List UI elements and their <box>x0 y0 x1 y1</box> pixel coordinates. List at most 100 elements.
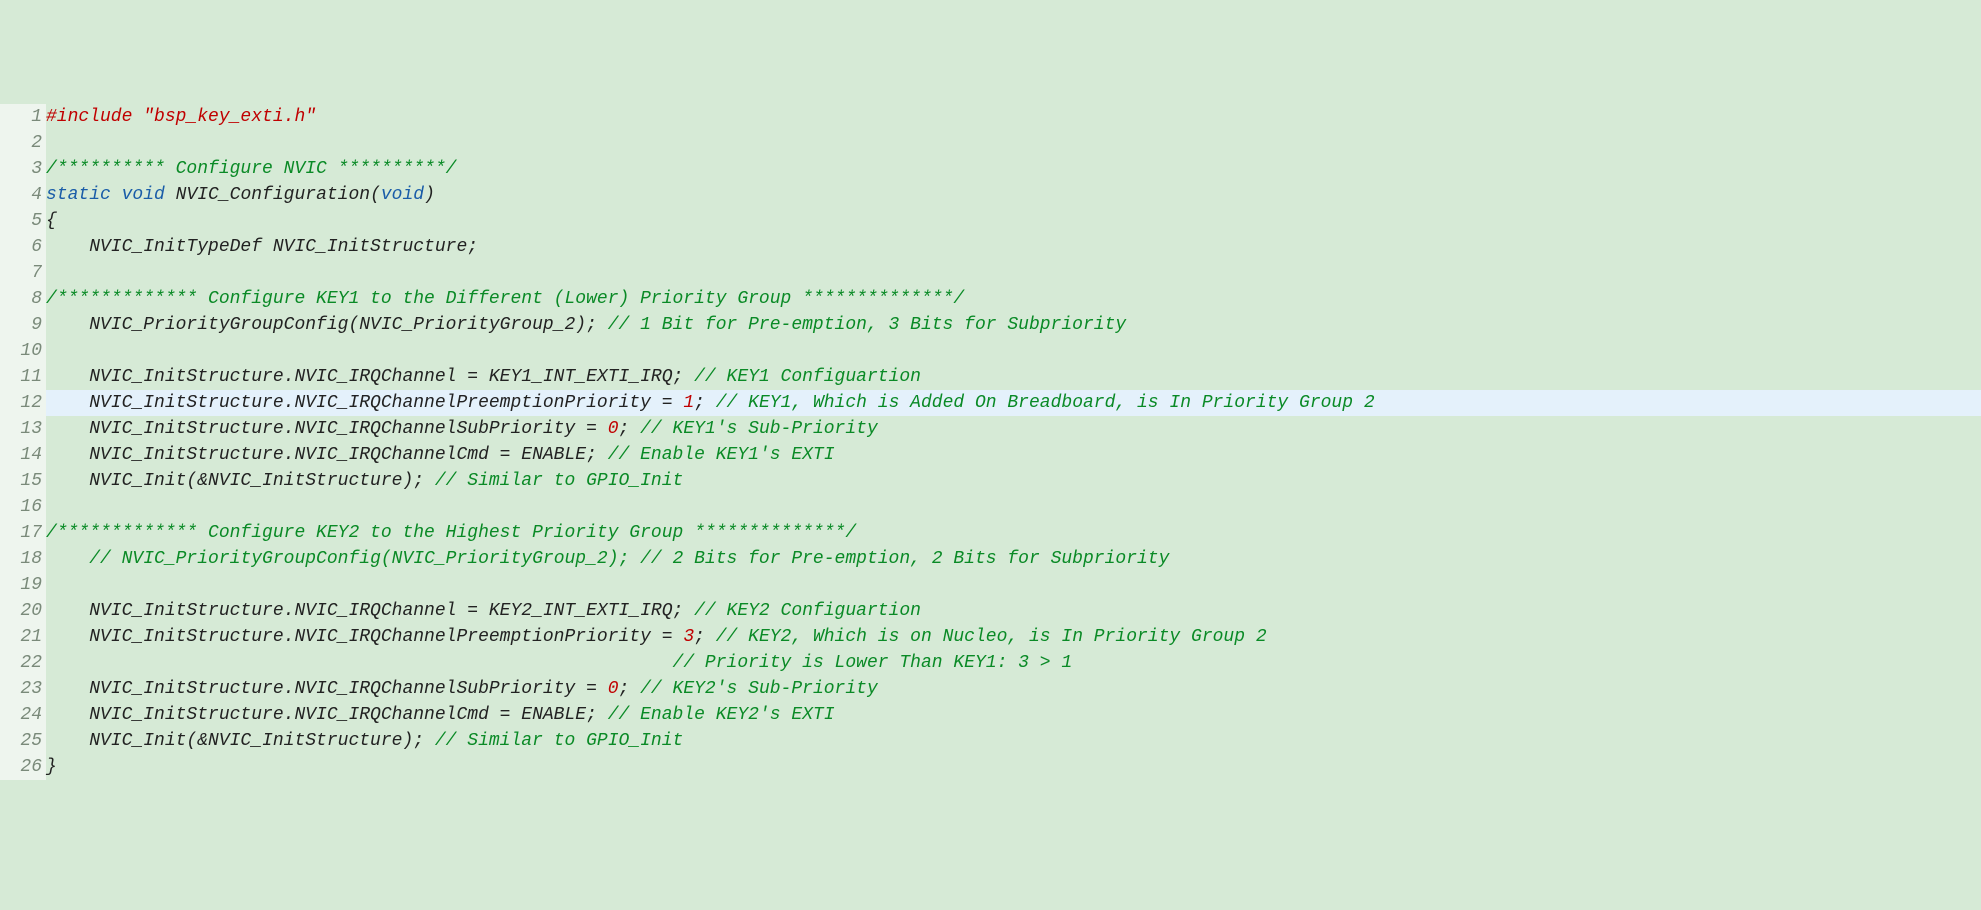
code-line[interactable]: 14 NVIC_InitStructure.NVIC_IRQChannelCmd… <box>0 442 1981 468</box>
code-content[interactable]: /********** Configure NVIC **********/ <box>46 156 1981 182</box>
line-number: 26 <box>0 754 46 780</box>
code-token: // KEY1's Sub-Priority <box>640 419 878 439</box>
line-number: 8 <box>0 286 46 312</box>
code-line[interactable]: 26} <box>0 754 1981 780</box>
line-number: 21 <box>0 624 46 650</box>
code-token: /************* Configure KEY1 to the Dif… <box>46 289 964 309</box>
code-content[interactable]: /************* Configure KEY2 to the Hig… <box>46 520 1981 546</box>
code-token: // KEY2, Which is on Nucleo, is In Prior… <box>716 627 1267 647</box>
line-number: 14 <box>0 442 46 468</box>
code-token: NVIC_Init(&NVIC_InitStructure); <box>46 471 435 491</box>
code-content[interactable] <box>46 494 1981 520</box>
line-number: 9 <box>0 312 46 338</box>
code-token: NVIC_Configuration( <box>176 185 381 205</box>
code-content[interactable]: static void NVIC_Configuration(void) <box>46 182 1981 208</box>
code-token: // Enable KEY1's EXTI <box>608 445 835 465</box>
code-content[interactable]: NVIC_Init(&NVIC_InitStructure); // Simil… <box>46 468 1981 494</box>
code-content[interactable]: NVIC_InitTypeDef NVIC_InitStructure; <box>46 234 1981 260</box>
code-line[interactable]: 1#include "bsp_key_exti.h" <box>0 104 1981 130</box>
code-token: // Priority is Lower Than KEY1: 3 > 1 <box>673 653 1073 673</box>
code-token: NVIC_InitStructure.NVIC_IRQChannel = KEY… <box>46 367 694 387</box>
code-content[interactable] <box>46 338 1981 364</box>
code-line[interactable]: 11 NVIC_InitStructure.NVIC_IRQChannel = … <box>0 364 1981 390</box>
code-content[interactable]: { <box>46 208 1981 234</box>
code-line[interactable]: 6 NVIC_InitTypeDef NVIC_InitStructure; <box>0 234 1981 260</box>
code-line[interactable]: 13 NVIC_InitStructure.NVIC_IRQChannelSub… <box>0 416 1981 442</box>
code-token: 3 <box>683 627 694 647</box>
code-content[interactable]: NVIC_InitStructure.NVIC_IRQChannelPreemp… <box>46 390 1981 416</box>
code-line[interactable]: 8/************* Configure KEY1 to the Di… <box>0 286 1981 312</box>
code-content[interactable]: } <box>46 754 1981 780</box>
code-line[interactable]: 7 <box>0 260 1981 286</box>
code-content[interactable]: NVIC_InitStructure.NVIC_IRQChannelCmd = … <box>46 702 1981 728</box>
code-token: 0 <box>608 679 619 699</box>
code-token: // 1 Bit for Pre-emption, 3 Bits for Sub… <box>608 315 1126 335</box>
code-token: /********** Configure NVIC **********/ <box>46 159 456 179</box>
code-content[interactable] <box>46 572 1981 598</box>
line-number: 1 <box>0 104 46 130</box>
code-content[interactable]: NVIC_InitStructure.NVIC_IRQChannel = KEY… <box>46 364 1981 390</box>
code-token: NVIC_InitTypeDef NVIC_InitStructure; <box>46 237 478 257</box>
line-number: 11 <box>0 364 46 390</box>
code-line[interactable]: 16 <box>0 494 1981 520</box>
code-line[interactable]: 23 NVIC_InitStructure.NVIC_IRQChannelSub… <box>0 676 1981 702</box>
line-number: 4 <box>0 182 46 208</box>
code-token: ; <box>694 393 716 413</box>
code-content[interactable]: NVIC_PriorityGroupConfig(NVIC_PriorityGr… <box>46 312 1981 338</box>
code-content[interactable]: /************* Configure KEY1 to the Dif… <box>46 286 1981 312</box>
code-token: void <box>122 185 176 205</box>
code-line[interactable]: 4static void NVIC_Configuration(void) <box>0 182 1981 208</box>
code-line[interactable]: 5{ <box>0 208 1981 234</box>
code-token: NVIC_Init(&NVIC_InitStructure); <box>46 731 435 751</box>
code-content[interactable]: NVIC_InitStructure.NVIC_IRQChannelPreemp… <box>46 624 1981 650</box>
code-token: 1 <box>683 393 694 413</box>
code-token: /************* Configure KEY2 to the Hig… <box>46 523 856 543</box>
code-content[interactable]: NVIC_InitStructure.NVIC_IRQChannel = KEY… <box>46 598 1981 624</box>
code-token: NVIC_InitStructure.NVIC_IRQChannelPreemp… <box>46 393 683 413</box>
code-line[interactable]: 2 <box>0 130 1981 156</box>
line-number: 12 <box>0 390 46 416</box>
code-token: // Similar to GPIO_Init <box>435 471 683 491</box>
code-token: NVIC_InitStructure.NVIC_IRQChannel = KEY… <box>46 601 694 621</box>
line-number: 2 <box>0 130 46 156</box>
code-token: NVIC_InitStructure.NVIC_IRQChannelPreemp… <box>46 627 683 647</box>
code-content[interactable]: // Priority is Lower Than KEY1: 3 > 1 <box>46 650 1981 676</box>
code-line[interactable]: 17/************* Configure KEY2 to the H… <box>0 520 1981 546</box>
code-line[interactable]: 19 <box>0 572 1981 598</box>
code-token: #include <box>46 107 143 127</box>
code-line[interactable]: 15 NVIC_Init(&NVIC_InitStructure); // Si… <box>0 468 1981 494</box>
line-number: 3 <box>0 156 46 182</box>
code-line[interactable]: 12 NVIC_InitStructure.NVIC_IRQChannelPre… <box>0 390 1981 416</box>
code-token: NVIC_InitStructure.NVIC_IRQChannelCmd = … <box>46 445 608 465</box>
code-line[interactable]: 21 NVIC_InitStructure.NVIC_IRQChannelPre… <box>0 624 1981 650</box>
code-content[interactable]: // NVIC_PriorityGroupConfig(NVIC_Priorit… <box>46 546 1981 572</box>
code-content[interactable]: NVIC_Init(&NVIC_InitStructure); // Simil… <box>46 728 1981 754</box>
line-number: 10 <box>0 338 46 364</box>
code-content[interactable] <box>46 130 1981 156</box>
code-line[interactable]: 24 NVIC_InitStructure.NVIC_IRQChannelCmd… <box>0 702 1981 728</box>
code-line[interactable]: 22 // Priority is Lower Than KEY1: 3 > 1 <box>0 650 1981 676</box>
line-number: 6 <box>0 234 46 260</box>
code-line[interactable]: 3/********** Configure NVIC **********/ <box>0 156 1981 182</box>
code-line[interactable]: 20 NVIC_InitStructure.NVIC_IRQChannel = … <box>0 598 1981 624</box>
code-token: NVIC_InitStructure.NVIC_IRQChannelCmd = … <box>46 705 608 725</box>
line-number: 25 <box>0 728 46 754</box>
code-line[interactable]: 10 <box>0 338 1981 364</box>
line-number: 18 <box>0 546 46 572</box>
code-content[interactable]: NVIC_InitStructure.NVIC_IRQChannelSubPri… <box>46 416 1981 442</box>
code-token <box>46 549 89 569</box>
line-number: 24 <box>0 702 46 728</box>
code-content[interactable]: NVIC_InitStructure.NVIC_IRQChannelCmd = … <box>46 442 1981 468</box>
code-editor[interactable]: 1#include "bsp_key_exti.h"23/********** … <box>0 104 1981 780</box>
code-line[interactable]: 18 // NVIC_PriorityGroupConfig(NVIC_Prio… <box>0 546 1981 572</box>
code-line[interactable]: 25 NVIC_Init(&NVIC_InitStructure); // Si… <box>0 728 1981 754</box>
code-token: // KEY2 Configuartion <box>694 601 921 621</box>
code-token: // Enable KEY2's EXTI <box>608 705 835 725</box>
code-content[interactable] <box>46 260 1981 286</box>
code-token: void <box>381 185 424 205</box>
code-content[interactable]: NVIC_InitStructure.NVIC_IRQChannelSubPri… <box>46 676 1981 702</box>
line-number: 23 <box>0 676 46 702</box>
code-content[interactable]: #include "bsp_key_exti.h" <box>46 104 1981 130</box>
code-line[interactable]: 9 NVIC_PriorityGroupConfig(NVIC_Priority… <box>0 312 1981 338</box>
code-token: // KEY1, Which is Added On Breadboard, i… <box>716 393 1375 413</box>
